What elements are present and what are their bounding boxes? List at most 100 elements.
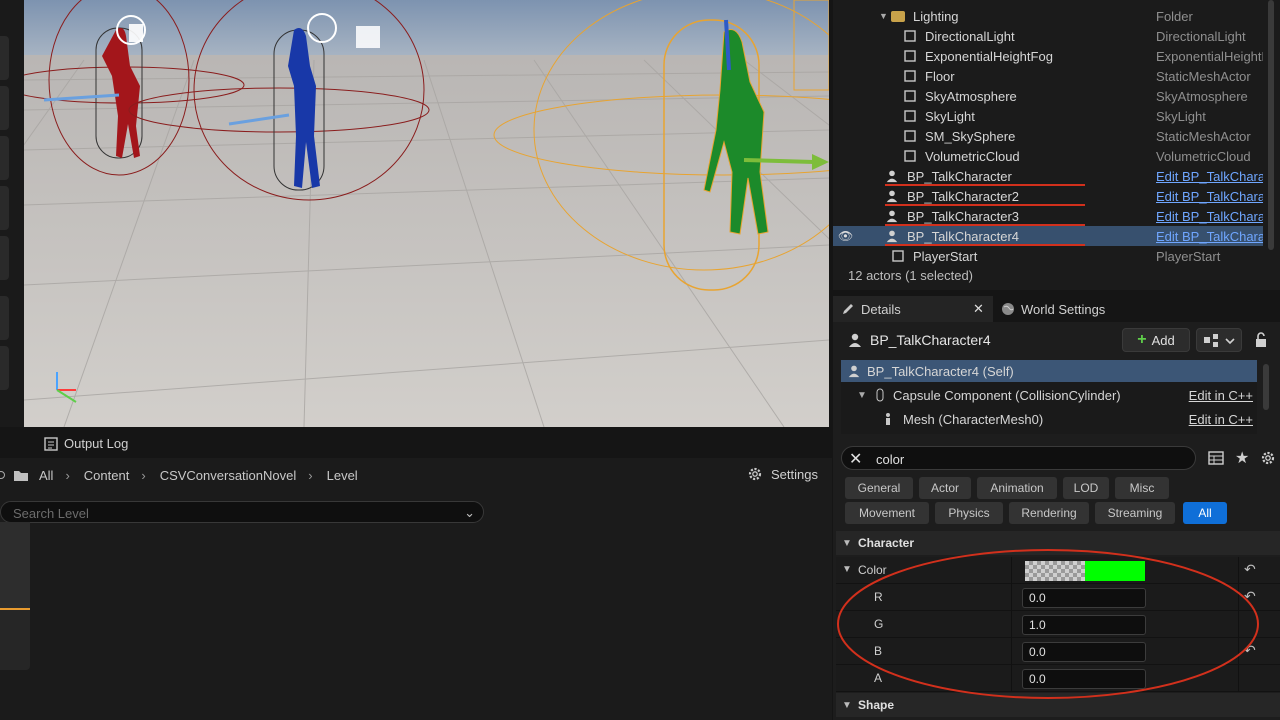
toolbar-button[interactable] [0, 296, 9, 340]
details-search[interactable]: ✕ [841, 446, 1196, 470]
character-icon [885, 229, 899, 243]
category-filter-button[interactable]: Streaming [1095, 502, 1175, 524]
channel-value-input[interactable]: 1.0 [1022, 615, 1146, 635]
outliner-row[interactable]: 👁 BP_TalkCharacter4 Edit BP_TalkChara [833, 226, 1263, 246]
edit-in-cpp-link[interactable]: Edit in C++ [1189, 412, 1253, 427]
edit-blueprint-link[interactable]: Edit BP_TalkChara [1156, 189, 1263, 204]
outliner-row[interactable]: BP_TalkCharacter3 Edit BP_TalkChara [833, 206, 1263, 226]
outliner-row[interactable]: BP_TalkCharacter Edit BP_TalkChara [833, 166, 1263, 186]
outliner-row[interactable]: SkyAtmosphere SkyAtmosphere [833, 86, 1263, 106]
toolbar-button[interactable] [0, 36, 9, 80]
category-filter-button[interactable]: Misc [1115, 477, 1169, 499]
outliner-row-label: PlayerStart [913, 248, 978, 264]
outliner-row[interactable]: ▼ Lighting Folder [833, 6, 1263, 26]
category-filter-button[interactable]: Animation [977, 477, 1057, 499]
edit-blueprint-link[interactable]: Edit BP_TalkChara [1156, 169, 1263, 184]
component-row-self[interactable]: BP_TalkCharacter4 (Self) [841, 360, 1257, 382]
chevron-right-icon: › [141, 467, 146, 483]
breadcrumb-item[interactable]: CSVConversationNovel [160, 468, 297, 483]
static-mesh-icon [903, 129, 917, 143]
section-label: Character [858, 536, 915, 550]
column-divider [1238, 638, 1239, 665]
breadcrumb: All › Content › CSVConversationNovel › L… [0, 460, 832, 490]
tab-world-settings[interactable]: World Settings [1001, 296, 1105, 322]
reset-arrow-icon[interactable]: ↶ [1244, 561, 1256, 578]
edit-in-cpp-link[interactable]: Edit in C++ [1189, 388, 1253, 403]
outliner-row[interactable]: BP_TalkCharacter2 Edit BP_TalkChara [833, 186, 1263, 206]
channel-value-input[interactable]: 0.0 [1022, 588, 1146, 608]
chevron-down-icon[interactable]: ⌄ [464, 505, 475, 521]
reset-arrow-icon[interactable]: ↶ [1244, 588, 1256, 605]
channel-label: A [874, 671, 883, 685]
visibility-eye-icon[interactable]: 👁 [838, 229, 853, 243]
category-filter-button[interactable]: General [845, 477, 913, 499]
outliner-row[interactable]: DirectionalLight DirectionalLight [833, 26, 1263, 46]
edit-blueprint-link[interactable]: Edit BP_TalkChara [1156, 229, 1263, 244]
outliner-row-type: SkyLight [1156, 108, 1206, 124]
settings-button[interactable]: Settings [747, 466, 818, 482]
components-scrollbar[interactable] [1263, 364, 1269, 410]
category-filter-button[interactable]: LOD [1063, 477, 1109, 499]
components-tree: BP_TalkCharacter4 (Self) ▼ Capsule Compo… [841, 360, 1269, 434]
details-search-input[interactable] [876, 451, 1176, 467]
globe-icon [1002, 303, 1014, 315]
close-icon[interactable]: ✕ [973, 301, 984, 317]
annotation-underline [885, 184, 1085, 186]
tab-output-log[interactable]: Output Log [44, 436, 128, 451]
outliner-row[interactable]: VolumetricCloud VolumetricCloud [833, 146, 1263, 166]
property-channel-g: G 1.0 [836, 611, 1280, 638]
outliner-row[interactable]: ExponentialHeightFog ExponentialHeightF [833, 46, 1263, 66]
component-row-mesh[interactable]: Mesh (CharacterMesh0) Edit in C++ [841, 408, 1257, 430]
section-shape[interactable]: ▼ Shape [836, 693, 1280, 717]
gear-icon[interactable] [1260, 450, 1276, 466]
category-filter-button[interactable]: Rendering [1009, 502, 1089, 524]
lock-icon[interactable] [1254, 332, 1268, 348]
channel-value-input[interactable]: 0.0 [1022, 669, 1146, 689]
outliner-row[interactable]: Floor StaticMeshActor [833, 66, 1263, 86]
outliner-row[interactable]: SkyLight SkyLight [833, 106, 1263, 126]
blueprint-options-button[interactable] [1196, 328, 1242, 352]
toolbar-button[interactable] [0, 86, 9, 130]
outliner-row-type: SkyAtmosphere [1156, 88, 1248, 104]
level-viewport[interactable] [24, 0, 829, 427]
tab-details[interactable]: Details ✕ [833, 296, 993, 322]
color-swatch[interactable] [1025, 561, 1145, 581]
annotation-underline [885, 204, 1085, 206]
category-filter-button[interactable]: Actor [919, 477, 971, 499]
column-divider [1238, 584, 1239, 611]
search-level-input[interactable] [13, 505, 453, 521]
asset-tile[interactable] [0, 522, 30, 670]
search-level-box[interactable]: ⌄ [0, 501, 484, 523]
source-icon[interactable] [0, 471, 5, 479]
category-filter-button[interactable]: All [1183, 502, 1227, 524]
chevron-down-icon[interactable]: ▼ [879, 11, 888, 21]
outliner-row[interactable]: SM_SkySphere StaticMeshActor [833, 126, 1263, 146]
star-icon[interactable]: ★ [1235, 448, 1249, 468]
toolbar-button[interactable] [0, 136, 9, 180]
component-row-capsule[interactable]: ▼ Capsule Component (CollisionCylinder) … [841, 384, 1257, 406]
chevron-down-icon[interactable]: ▼ [842, 564, 852, 575]
channel-value-input[interactable]: 0.0 [1022, 642, 1146, 662]
alpha-checker [1025, 561, 1085, 581]
breadcrumb-item[interactable]: All [39, 468, 53, 483]
toolbar-button[interactable] [0, 346, 9, 390]
outliner-scrollbar[interactable] [1268, 0, 1274, 250]
table-view-icon[interactable] [1208, 450, 1224, 466]
toolbar-button[interactable] [0, 186, 9, 230]
outliner-row[interactable]: PlayerStart PlayerStart [833, 246, 1263, 266]
toolbar-button[interactable] [0, 236, 9, 280]
clear-search-icon[interactable]: ✕ [849, 449, 862, 469]
chevron-down-icon[interactable]: ▼ [857, 390, 867, 401]
category-filter-button[interactable]: Movement [845, 502, 929, 524]
property-channel-r: R 0.0 ↶ [836, 584, 1280, 611]
reset-arrow-icon[interactable]: ↶ [1244, 642, 1256, 659]
add-component-button[interactable]: + Add [1122, 328, 1190, 352]
section-character[interactable]: ▼ Character [836, 531, 1280, 555]
category-filter-button[interactable]: Physics [935, 502, 1003, 524]
edit-blueprint-link[interactable]: Edit BP_TalkChara [1156, 209, 1263, 224]
section-label: Shape [858, 698, 895, 712]
breadcrumb-item[interactable]: Level [327, 468, 358, 483]
details-panel: Details ✕ World Settings BP_TalkCharacte… [833, 296, 1280, 720]
content-browser: Output Log All › Content › CSVConversati… [0, 430, 832, 720]
breadcrumb-item[interactable]: Content [84, 468, 130, 483]
